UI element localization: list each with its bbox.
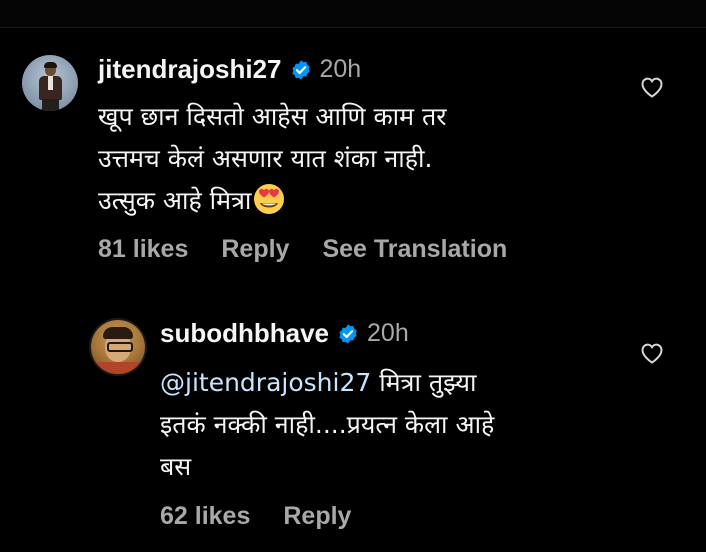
comment-line: उत्तमच केलं असणार यात शंका नाही. (98, 144, 433, 173)
avatar[interactable] (91, 320, 145, 374)
top-divider (0, 0, 706, 28)
username[interactable]: jitendrajoshi27 (98, 54, 282, 85)
likes-count[interactable]: 62 likes (160, 502, 250, 531)
avatar-shirt (91, 362, 145, 374)
avatar-figure-shirt (48, 76, 53, 90)
avatar-hair (103, 327, 133, 339)
avatar-figure-legs (42, 99, 59, 111)
comment-line: बस (160, 452, 192, 481)
heart-outline-icon[interactable] (640, 76, 664, 98)
avatar[interactable] (22, 55, 78, 111)
comment-actions: 62 likes Reply (160, 502, 384, 531)
reply-button[interactable]: Reply (283, 502, 351, 531)
avatar-glasses (107, 342, 133, 352)
username[interactable]: subodhbhave (160, 318, 329, 349)
timestamp: 20h (319, 55, 362, 83)
verified-badge-icon (291, 59, 310, 80)
likes-count[interactable]: 81 likes (98, 235, 188, 264)
verified-badge-icon (339, 323, 357, 344)
avatar-figure-hair (44, 62, 57, 68)
comment-line-text: मित्रा तुझ्या (371, 368, 477, 397)
reply-button[interactable]: Reply (221, 235, 289, 264)
comment-line: खूप छान दिसतो आहेस आणि काम तर (98, 102, 447, 131)
comment-text: @jitendrajoshi27 मित्रा तुझ्या इतकं नक्क… (160, 362, 494, 488)
heart-eyes-emoji-icon (254, 184, 285, 214)
comment-line: @jitendrajoshi27 मित्रा तुझ्या (160, 362, 494, 404)
comment-text: खूप छान दिसतो आहेस आणि काम तर उत्तमच केल… (98, 96, 447, 222)
see-translation-button[interactable]: See Translation (322, 235, 507, 264)
heart-outline-icon[interactable] (640, 342, 664, 364)
timestamp: 20h (367, 319, 409, 347)
comment-line: इतकं नक्की नाही....प्रयत्न केला आहे (160, 410, 495, 439)
comment-actions: 81 likes Reply See Translation (98, 235, 540, 264)
comment-header: subodhbhave 20h (160, 318, 409, 349)
comment-line-text: उत्सुक आहे मित्रा (98, 186, 252, 215)
comment-header: jitendrajoshi27 20h (98, 54, 361, 85)
comment-line: उत्सुक आहे मित्रा (98, 180, 447, 222)
mention-link[interactable]: @jitendrajoshi27 (160, 368, 371, 397)
